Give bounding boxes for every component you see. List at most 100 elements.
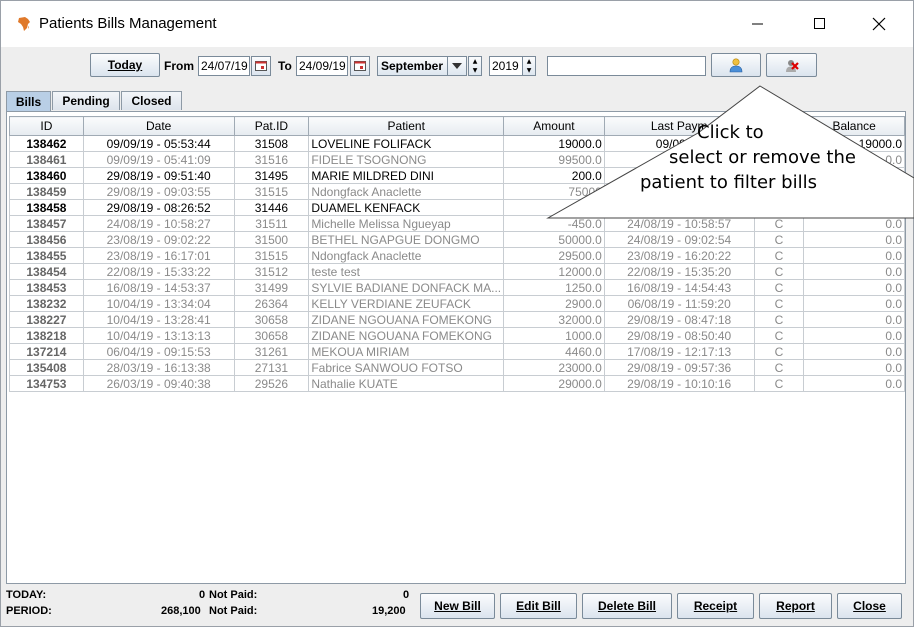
callout-line-2: select or remove the <box>669 147 856 168</box>
amount-cell: 1 <box>503 199 605 216</box>
patient-id-cell: 31500 <box>233 231 310 248</box>
table-row[interactable]: 137214 06/04/19 - 09:15:53 31261 MEKOUA MIR… <box>9 343 905 360</box>
bill-date-cell: 22/08/19 - 15:33:22 <box>82 263 235 280</box>
bill-date-cell: 29/08/19 - 09:03:55 <box>82 183 235 200</box>
bill-id-cell: 138461 <box>9 151 84 168</box>
bill-id-cell: 138457 <box>9 215 84 232</box>
table-row[interactable]: 135408 28/03/19 - 16:13:38 27131 Fabrice SA… <box>9 359 905 376</box>
spinner-down-icon[interactable]: ▼ <box>469 66 481 75</box>
bill-id-cell: 138462 <box>9 135 84 152</box>
close-window-button[interactable] <box>856 9 902 39</box>
status-cell: C <box>753 343 805 360</box>
table-row[interactable]: 138456 23/08/19 - 09:02:22 31500 BETHEL NGA… <box>9 231 905 248</box>
table-row[interactable]: 138455 23/08/19 - 16:17:01 31515 Ndongfack … <box>9 247 905 264</box>
patient-id-cell: 31261 <box>233 343 310 360</box>
to-date-field[interactable]: 24/09/19 <box>296 56 348 76</box>
today-summary-label: TODAY: <box>6 589 47 601</box>
column-header[interactable]: Amount <box>503 116 605 136</box>
close-button[interactable]: Close <box>837 593 902 619</box>
column-header[interactable]: Pat.ID <box>233 116 310 136</box>
column-header[interactable]: Patient <box>308 116 505 136</box>
status-cell: C <box>753 359 805 376</box>
callout-line-3: patient to filter bills <box>640 172 817 193</box>
column-header[interactable]: Date <box>82 116 235 136</box>
today-notpaid-value: 0 <box>403 589 410 601</box>
amount-cell: 50000.0 <box>503 231 605 248</box>
year-spinner[interactable]: ▲ ▼ <box>522 56 536 76</box>
bill-date-cell: 10/04/19 - 13:34:04 <box>82 295 235 312</box>
status-cell: C <box>753 311 805 328</box>
bill-id-cell: 138455 <box>9 247 84 264</box>
maximize-button[interactable] <box>797 9 843 39</box>
report-button[interactable]: Report <box>759 593 832 619</box>
bill-id-cell: 138459 <box>9 183 84 200</box>
from-calendar-button[interactable] <box>251 56 271 76</box>
edit-bill-button[interactable]: Edit Bill <box>500 593 577 619</box>
to-label: To <box>278 59 292 73</box>
spinner-up-icon[interactable]: ▲ <box>469 57 481 66</box>
calendar-icon <box>255 61 267 71</box>
table-row[interactable]: 138457 24/08/19 - 10:58:27 31511 Michelle M… <box>9 215 905 232</box>
month-select[interactable]: September <box>377 56 467 76</box>
month-spinner[interactable]: ▲ ▼ <box>468 56 482 76</box>
to-calendar-button[interactable] <box>350 56 370 76</box>
bill-date-cell: 28/03/19 - 16:13:38 <box>82 359 235 376</box>
column-header[interactable]: ID <box>9 116 84 136</box>
delete-bill-button[interactable]: Delete Bill <box>582 593 672 619</box>
period-notpaid-label: Not Paid: <box>209 605 258 617</box>
last-payment-cell: 23/08/19 - 16:20:22 <box>603 247 755 264</box>
patient-id-cell: 31515 <box>233 183 310 200</box>
table-row[interactable]: 138232 10/04/19 - 13:34:04 26364 KELLY VERD… <box>9 295 905 312</box>
patient-name-cell: Ndongfack Anaclette <box>308 247 505 264</box>
balance-cell: 0.0 <box>803 375 905 392</box>
balance-cell: 0.0 <box>803 247 905 264</box>
tab-pending[interactable]: Pending <box>52 91 120 110</box>
patient-filter-field[interactable] <box>547 56 706 76</box>
period-summary-value: 268,100 <box>161 605 201 617</box>
patient-id-cell: 31516 <box>233 151 310 168</box>
table-row[interactable]: 138227 10/04/19 - 13:28:41 30658 ZIDANE NGO… <box>9 311 905 328</box>
table-row[interactable]: 138454 22/08/19 - 15:33:22 31512 teste test… <box>9 263 905 280</box>
table-row[interactable]: 134753 26/03/19 - 09:40:38 29526 Nathalie K… <box>9 375 905 392</box>
table-row[interactable]: 138453 16/08/19 - 14:53:37 31499 SYLVIE BAD… <box>9 279 905 296</box>
amount-cell: 1000.0 <box>503 327 605 344</box>
calendar-icon <box>354 61 366 71</box>
patient-name-cell: Fabrice SANWOUO FOTSO <box>308 359 505 376</box>
balance-cell: 0.0 <box>803 359 905 376</box>
table-row[interactable]: 138218 10/04/19 - 13:13:13 30658 ZIDANE NGO… <box>9 327 905 344</box>
today-button-label: Today <box>107 58 143 72</box>
edit-bill-label: Edit Bill <box>516 599 561 613</box>
new-bill-button[interactable]: New Bill <box>420 593 495 619</box>
maximize-icon <box>814 18 825 29</box>
receipt-button[interactable]: Receipt <box>677 593 754 619</box>
bills-window: Patients Bills Management Today From 24/… <box>0 0 914 627</box>
select-patient-button[interactable] <box>711 53 761 77</box>
minimize-button[interactable] <box>735 9 781 39</box>
bill-date-cell: 29/08/19 - 09:51:40 <box>82 167 235 184</box>
patient-id-cell: 27131 <box>233 359 310 376</box>
column-header[interactable]: Balance <box>803 116 905 136</box>
amount-cell: 4460.0 <box>503 343 605 360</box>
bill-date-cell: 10/04/19 - 13:13:13 <box>82 327 235 344</box>
balance-cell: 0.0 <box>803 279 905 296</box>
remove-patient-button[interactable] <box>766 53 817 77</box>
last-payment-cell: 17/08/19 - 12:17:13 <box>603 343 755 360</box>
tab-label: Bills <box>15 94 42 109</box>
patient-name-cell: ZIDANE NGOUANA FOMEKONG <box>308 311 505 328</box>
patient-name-cell: DUAMEL KENFACK <box>308 199 505 216</box>
from-date-field[interactable]: 24/07/19 <box>198 56 250 76</box>
spinner-up-icon[interactable]: ▲ <box>523 57 535 66</box>
patient-id-cell: 31515 <box>233 247 310 264</box>
window-title: Patients Bills Management <box>39 15 217 32</box>
status-cell: C <box>753 279 805 296</box>
bill-date-cell: 09/09/19 - 05:41:09 <box>82 151 235 168</box>
amount-cell: 19000.0 <box>503 135 605 152</box>
tab-closed[interactable]: Closed <box>121 91 182 110</box>
year-field[interactable]: 2019 <box>489 56 523 76</box>
tab-bills[interactable]: Bills <box>6 91 51 111</box>
today-button[interactable]: Today <box>90 53 160 77</box>
table-row[interactable]: 138458 29/08/19 - 08:26:52 31446 DUAMEL KEN… <box>9 199 905 216</box>
dropdown-arrow[interactable] <box>447 57 466 75</box>
last-payment-cell: 06/08/19 - 11:59:20 <box>603 295 755 312</box>
spinner-down-icon[interactable]: ▼ <box>523 66 535 75</box>
